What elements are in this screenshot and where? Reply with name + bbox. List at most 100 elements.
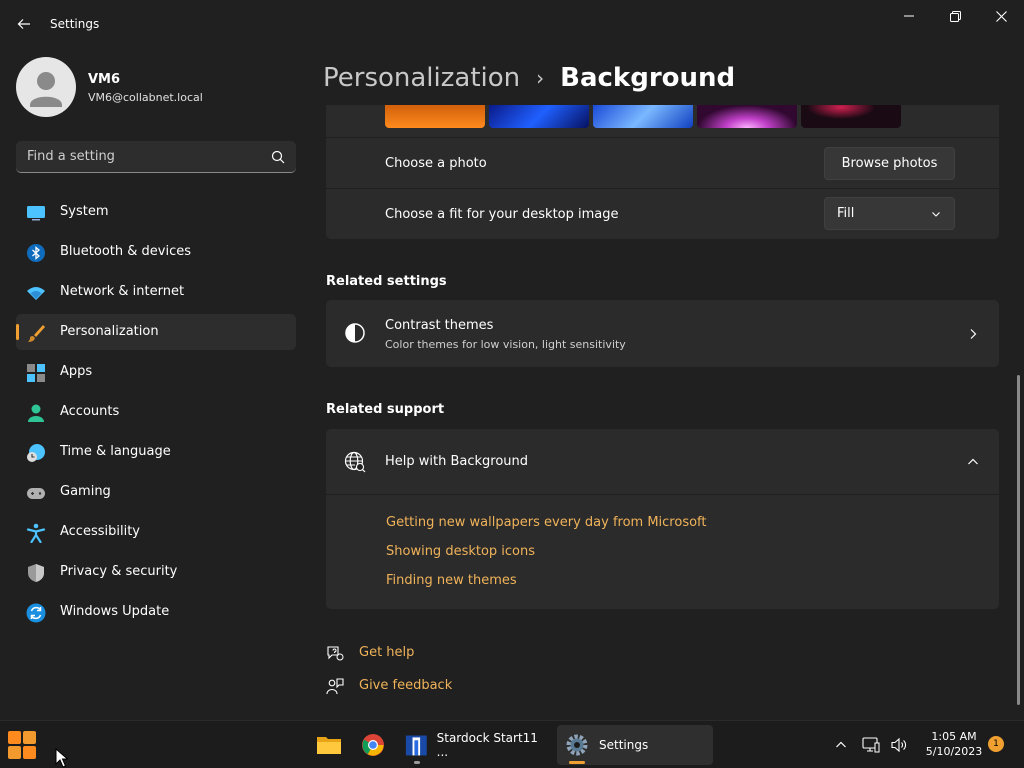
sidebar-item-personalization[interactable]: Personalization [16,314,296,350]
contrast-themes-card[interactable]: Contrast themes Color themes for low vis… [326,300,999,367]
chevron-down-icon [932,212,940,217]
close-button[interactable] [978,0,1024,32]
browse-photos-button[interactable]: Browse photos [824,147,955,180]
sidebar-item-label: Privacy & security [60,564,178,579]
settings-label: Settings [599,738,649,752]
tray-overflow-button[interactable] [829,725,853,765]
wallpaper-thumbnail[interactable] [801,105,901,128]
clock-date: 5/10/2023 [925,745,983,758]
user-name: VM6 [88,72,121,87]
wallpaper-thumbnail[interactable] [489,105,589,128]
gear-icon [566,734,588,756]
network-icon [862,737,880,753]
sidebar-item-time-language[interactable]: Time & language [16,434,296,470]
get-help-link[interactable]: Get help [326,643,526,665]
breadcrumb: Personalization › Background [323,58,735,98]
wallpaper-thumbnail[interactable] [385,105,485,128]
running-indicator [414,761,420,764]
search-icon[interactable] [270,149,286,165]
stardock-label: Stardock Start11 ... [436,731,538,759]
taskbar: Stardock Start11 ... Settings 1:05 AM 5/… [0,720,1024,768]
taskbar-settings[interactable]: Settings [557,725,713,765]
related-settings-heading: Related settings [326,274,447,289]
clock[interactable]: 1:05 AM 5/10/2023 [918,729,990,759]
wallpaper-thumbnail[interactable] [697,105,797,128]
sidebar-item-label: Time & language [60,444,171,459]
breadcrumb-parent[interactable]: Personalization [323,63,520,93]
monitor-icon [27,206,45,221]
chevron-up-icon [836,741,846,748]
sidebar-item-label: Accessibility [60,524,140,539]
taskbar-chrome[interactable] [353,725,393,765]
search-input[interactable] [16,141,256,172]
sidebar-item-label: Bluetooth & devices [60,244,191,259]
sidebar-item-windows-update[interactable]: Windows Update [16,594,296,630]
back-arrow-icon [17,19,30,29]
active-indicator [569,761,585,764]
sidebar-item-privacy-security[interactable]: Privacy & security [16,554,296,590]
minimize-icon [904,15,914,17]
fit-label: Choose a fit for your desktop image [385,207,619,222]
tray-quick-settings[interactable] [860,725,910,765]
fit-select[interactable]: Fill [824,197,955,230]
start-button[interactable] [2,725,42,765]
help-chat-icon [327,646,344,661]
window-title: Settings [50,17,100,31]
main-content: Choose a photo Browse photos Choose a fi… [326,105,999,715]
user-email: VM6@collabnet.local [88,91,203,104]
mouse-cursor-icon [55,748,68,768]
sidebar-item-bluetooth[interactable]: Bluetooth & devices [16,234,296,270]
brush-icon [28,325,45,342]
chevron-right-icon [970,329,977,339]
divider [326,188,999,189]
back-button[interactable] [10,10,38,38]
chrome-icon [362,734,384,756]
globe-clock-icon [27,444,45,462]
sidebar-item-accessibility[interactable]: Accessibility [16,514,296,550]
sidebar-item-network[interactable]: Network & internet [16,274,296,310]
avatar [16,57,76,117]
contrast-themes-title: Contrast themes [385,318,494,333]
notification-badge[interactable]: 1 [988,736,1004,752]
vertical-scrollbar[interactable] [1017,375,1020,705]
shield-icon [28,564,44,582]
minimize-button[interactable] [886,0,932,32]
chevron-right-icon: › [536,66,545,90]
help-card: Help with Background Getting new wallpap… [326,429,999,609]
taskbar-file-explorer[interactable] [309,725,349,765]
give-feedback-link[interactable]: Give feedback [326,676,526,698]
person-avatar-icon [30,72,62,107]
get-help-label: Get help [359,645,415,660]
give-feedback-label: Give feedback [359,678,453,693]
gamepad-icon [27,488,45,499]
chevron-up-icon[interactable] [967,456,979,468]
sidebar-item-accounts[interactable]: Accounts [16,394,296,430]
stardock-icon [405,735,427,756]
choose-photo-label: Choose a photo [385,156,487,171]
sidebar-item-label: Windows Update [60,604,170,619]
user-profile[interactable]: VM6 VM6@collabnet.local [16,57,296,117]
sidebar-item-system[interactable]: System [16,194,296,230]
wifi-icon [27,287,45,300]
restore-icon [949,10,961,22]
contrast-themes-description: Color themes for low vision, light sensi… [385,338,626,351]
wallpaper-thumbnail[interactable] [593,105,693,128]
taskbar-stardock-start11[interactable]: Stardock Start11 ... [397,725,547,765]
sidebar-item-label: Accounts [60,404,120,419]
sidebar-item-label: Gaming [60,484,111,499]
sidebar-item-apps[interactable]: Apps [16,354,296,390]
help-link-wallpapers[interactable]: Getting new wallpapers every day from Mi… [386,515,707,530]
sidebar-item-label: System [60,204,109,219]
sidebar-item-gaming[interactable]: Gaming [16,474,296,510]
related-support-heading: Related support [326,402,445,417]
contrast-icon [345,323,365,343]
help-with-background-header[interactable]: Help with Background [326,429,999,495]
apps-icon [27,364,45,382]
feedback-icon [326,678,344,695]
start-menu-icon [8,731,36,759]
help-link-new-themes[interactable]: Finding new themes [386,573,517,588]
restore-button[interactable] [932,0,978,32]
globe-icon [344,451,366,473]
help-link-desktop-icons[interactable]: Showing desktop icons [386,544,535,559]
search-box[interactable] [16,141,296,173]
